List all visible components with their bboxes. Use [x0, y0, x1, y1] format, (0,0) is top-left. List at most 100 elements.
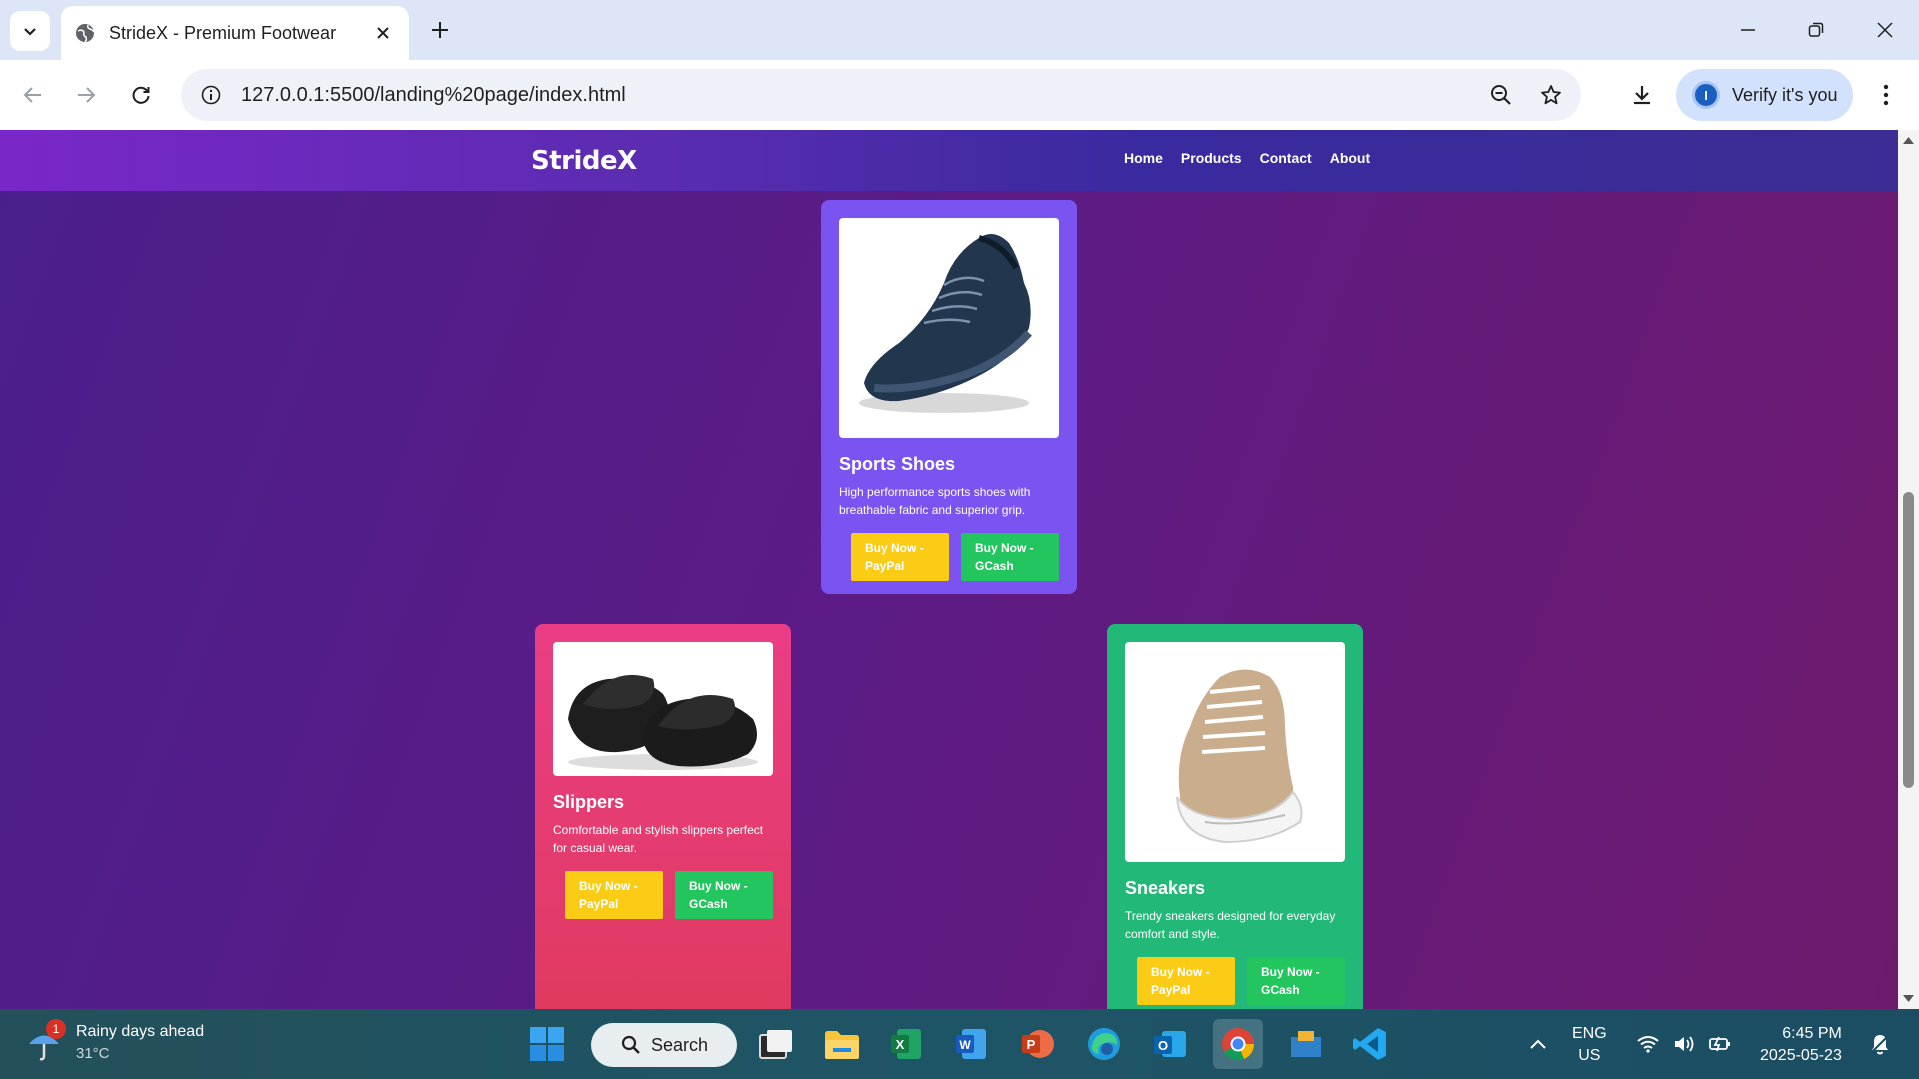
- volume-status[interactable]: [1668, 1022, 1700, 1066]
- back-button[interactable]: [13, 75, 53, 115]
- product-description: Trendy sneakers designed for everyday co…: [1125, 909, 1336, 941]
- weather-title: Rainy days ahead: [76, 1023, 205, 1040]
- word-icon: W: [956, 1029, 986, 1059]
- close-icon: [377, 27, 389, 39]
- tray-overflow-button[interactable]: [1518, 1022, 1558, 1066]
- buy-paypal-button[interactable]: Buy Now - PayPal: [565, 871, 663, 919]
- start-button[interactable]: [525, 1022, 569, 1066]
- scroll-up-icon[interactable]: [1902, 136, 1915, 145]
- forward-button[interactable]: [66, 75, 106, 115]
- sports-shoe-image: [859, 234, 1032, 413]
- task-view-icon: [759, 1030, 792, 1059]
- verify-identity-button[interactable]: I Verify it's you: [1676, 69, 1853, 121]
- folder-icon: [825, 1031, 859, 1059]
- outlook-icon: O: [1154, 1031, 1186, 1057]
- excel-icon: X: [891, 1029, 921, 1059]
- profile-avatar: I: [1692, 81, 1720, 109]
- powerpoint-icon: P: [1022, 1030, 1054, 1058]
- product-buttons: Buy Now - PayPal Buy Now - GCash: [1125, 957, 1345, 1005]
- product-buttons: Buy Now - PayPal Buy Now - GCash: [839, 533, 1059, 581]
- excel-button[interactable]: X: [884, 1022, 928, 1066]
- browser-menu-button[interactable]: [1866, 75, 1906, 115]
- restore-button[interactable]: [1788, 8, 1844, 52]
- search-icon: [621, 1035, 640, 1054]
- verify-label: Verify it's you: [1732, 84, 1838, 105]
- nav-link-about[interactable]: About: [1330, 150, 1370, 166]
- bookmark-button[interactable]: [1531, 75, 1571, 115]
- vscode-button[interactable]: [1348, 1022, 1392, 1066]
- product-description: Comfortable and stylish slippers perfect…: [553, 823, 764, 855]
- site-logo[interactable]: StrideX: [531, 146, 637, 176]
- plus-icon: [432, 22, 448, 38]
- file-explorer-button[interactable]: [820, 1022, 864, 1066]
- zoom-button[interactable]: [1481, 75, 1521, 115]
- tab-close-button[interactable]: [371, 21, 395, 45]
- product-card-sports-shoes: Sports Shoes High performance sports sho…: [821, 200, 1077, 594]
- chevron-up-icon: [1530, 1039, 1546, 1049]
- page-scrollbar[interactable]: [1898, 130, 1919, 1009]
- svg-text:P: P: [1027, 1037, 1036, 1052]
- reload-button[interactable]: [121, 75, 161, 115]
- kebab-icon: [1883, 84, 1889, 106]
- nav-link-products[interactable]: Products: [1181, 150, 1242, 166]
- site-header: StrideX Home Products Contact About: [0, 130, 1898, 191]
- globe-icon: [76, 24, 95, 43]
- weather-text: Rainy days ahead 31°C: [76, 1021, 204, 1065]
- buy-gcash-button[interactable]: Buy Now - GCash: [1247, 957, 1345, 1005]
- zoom-icon: [1491, 85, 1511, 105]
- clock-date: 2025-05-23: [1760, 1047, 1842, 1064]
- app-folder-icon: [1291, 1031, 1321, 1057]
- new-tab-button[interactable]: [422, 12, 458, 48]
- tab-strip: StrideX - Premium Footwear: [0, 0, 1919, 60]
- bell-icon: [1870, 1034, 1890, 1055]
- outlook-button[interactable]: O: [1148, 1022, 1192, 1066]
- svg-text:O: O: [1158, 1038, 1168, 1053]
- product-buttons: Buy Now - PayPal Buy Now - GCash: [553, 871, 773, 919]
- buy-paypal-button[interactable]: Buy Now - PayPal: [1137, 957, 1235, 1005]
- product-name: Sneakers: [1125, 878, 1206, 898]
- product-name: Slippers: [553, 792, 625, 812]
- tab-search-button[interactable]: [10, 11, 50, 51]
- powerpoint-button[interactable]: P: [1015, 1022, 1059, 1066]
- buy-gcash-button[interactable]: Buy Now - GCash: [675, 871, 773, 919]
- notifications-button[interactable]: [1864, 1022, 1896, 1066]
- word-button[interactable]: W: [949, 1022, 993, 1066]
- close-window-button[interactable]: [1857, 8, 1913, 52]
- clock[interactable]: 6:45 PM 2025-05-23: [1760, 1023, 1842, 1067]
- umbrella-icon: 1: [26, 1019, 66, 1063]
- file-manager-button[interactable]: [1284, 1022, 1328, 1066]
- minimize-button[interactable]: [1720, 8, 1776, 52]
- restore-icon: [1808, 22, 1824, 37]
- svg-text:W: W: [959, 1038, 971, 1052]
- url-text[interactable]: 127.0.0.1:5500/landing%20page/index.html: [241, 84, 1481, 107]
- edge-button[interactable]: [1082, 1022, 1126, 1066]
- wifi-status[interactable]: [1632, 1022, 1664, 1066]
- scroll-thumb[interactable]: [1903, 492, 1914, 788]
- site-info-button[interactable]: [195, 79, 227, 111]
- browser-toolbar: 127.0.0.1:5500/landing%20page/index.html…: [0, 60, 1919, 130]
- nav-link-contact[interactable]: Contact: [1260, 150, 1312, 166]
- wifi-icon: [1637, 1036, 1659, 1053]
- buy-paypal-button[interactable]: Buy Now - PayPal: [851, 533, 949, 581]
- battery-status[interactable]: [1704, 1022, 1736, 1066]
- weather-widget[interactable]: 1 Rainy days ahead 31°C: [26, 1019, 204, 1065]
- chrome-button[interactable]: [1213, 1019, 1263, 1069]
- browser-tab[interactable]: StrideX - Premium Footwear: [61, 6, 409, 60]
- download-icon: [1634, 86, 1650, 105]
- product-card-sneakers: Sneakers Trendy sneakers designed for ev…: [1107, 624, 1363, 1009]
- chevron-down-icon: [24, 28, 36, 36]
- task-view-button[interactable]: [754, 1022, 798, 1066]
- scroll-down-icon[interactable]: [1902, 994, 1915, 1003]
- clock-time: 6:45 PM: [1782, 1025, 1842, 1042]
- language-line2: US: [1578, 1047, 1601, 1064]
- minimize-icon: [1741, 29, 1755, 31]
- language-indicator[interactable]: ENG US: [1572, 1023, 1607, 1067]
- arrow-left-icon: [23, 87, 41, 103]
- address-bar[interactable]: 127.0.0.1:5500/landing%20page/index.html: [181, 69, 1581, 121]
- site-nav: Home Products Contact About: [1124, 150, 1370, 166]
- taskbar-search[interactable]: Search: [591, 1023, 737, 1067]
- nav-link-home[interactable]: Home: [1124, 150, 1163, 166]
- buy-gcash-button[interactable]: Buy Now - GCash: [961, 533, 1059, 581]
- arrow-right-icon: [78, 87, 96, 103]
- downloads-button[interactable]: [1622, 75, 1662, 115]
